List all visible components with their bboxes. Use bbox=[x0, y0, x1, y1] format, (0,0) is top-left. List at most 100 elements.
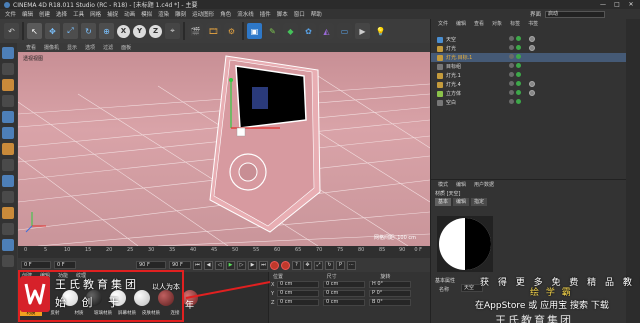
object-visibility-dots[interactable] bbox=[509, 54, 521, 59]
om-menu-objects[interactable]: 对象 bbox=[488, 20, 506, 27]
z-axis-lock-button[interactable]: Z bbox=[149, 24, 162, 38]
axis-mode-icon[interactable] bbox=[2, 159, 14, 171]
current-frame-field[interactable]: 0 F bbox=[54, 261, 76, 269]
object-visibility-dots[interactable] bbox=[509, 81, 521, 86]
subdivision-surface-icon[interactable]: ◆ bbox=[283, 23, 298, 39]
viewport-solo-icon[interactable] bbox=[2, 255, 14, 267]
previous-key-icon[interactable]: ◀ bbox=[204, 260, 213, 270]
sculpt-mode-icon[interactable] bbox=[2, 207, 14, 219]
menu-animate[interactable]: 动画 bbox=[121, 10, 138, 18]
position-key-icon[interactable]: ✥ bbox=[303, 260, 312, 270]
record-active-objects-icon[interactable] bbox=[270, 260, 279, 270]
model-mode-icon[interactable] bbox=[2, 63, 14, 75]
object-visibility-dots[interactable] bbox=[509, 99, 521, 104]
object-row-target-group[interactable]: 目标组 bbox=[431, 62, 626, 71]
menu-help[interactable]: 帮助 bbox=[308, 10, 325, 18]
tab-basic[interactable]: 基本 bbox=[435, 198, 452, 206]
next-key-icon[interactable]: ▶ bbox=[248, 260, 257, 270]
om-menu-view[interactable]: 查看 bbox=[470, 20, 488, 27]
edges-mode-icon[interactable] bbox=[2, 127, 14, 139]
solo-mode-icon[interactable] bbox=[2, 239, 14, 251]
viewport-menu-options[interactable]: 选项 bbox=[81, 44, 99, 51]
rotate-icon[interactable]: ↻ bbox=[81, 23, 96, 39]
next-frame-icon[interactable]: ▷ bbox=[237, 260, 246, 270]
menu-pipeline[interactable]: 流水线 bbox=[234, 10, 257, 18]
object-row-sky[interactable]: 天空 bbox=[431, 35, 626, 44]
autokey-icon[interactable] bbox=[281, 260, 290, 270]
rotation-key-icon[interactable]: ↻ bbox=[325, 260, 334, 270]
lock-workplane-icon[interactable] bbox=[2, 223, 14, 235]
om-menu-edit[interactable]: 编辑 bbox=[452, 20, 470, 27]
am-menu-mode[interactable]: 模式 bbox=[434, 181, 452, 188]
object-visibility-dots[interactable] bbox=[509, 72, 521, 77]
viewport-menu-cameras[interactable]: 摄像机 bbox=[40, 44, 63, 51]
menu-sculpt[interactable]: 雕刻 bbox=[172, 10, 189, 18]
play-icon[interactable]: ▶ bbox=[226, 260, 235, 270]
scale-key-icon[interactable]: ⤢ bbox=[314, 260, 323, 270]
floor-icon[interactable]: ▭ bbox=[337, 23, 352, 39]
camera-icon[interactable]: ▶ bbox=[355, 23, 370, 39]
workplane-icon[interactable] bbox=[2, 95, 14, 107]
menu-render[interactable]: 渲染 bbox=[155, 10, 172, 18]
am-menu-userdata[interactable]: 用户数据 bbox=[470, 181, 498, 188]
position-z-field[interactable]: 0 cm bbox=[277, 299, 319, 306]
coordinate-system-icon[interactable]: ⌖ bbox=[165, 23, 180, 39]
om-menu-bookmarks[interactable]: 书签 bbox=[524, 20, 542, 27]
start-frame-field[interactable]: 0 F bbox=[21, 261, 51, 269]
layout-select[interactable]: 启动 bbox=[545, 10, 606, 18]
render-settings-icon[interactable]: ⚙ bbox=[224, 23, 239, 39]
size-y-field[interactable]: 0 cm bbox=[323, 290, 365, 297]
object-row-light-1[interactable]: 灯光.1 bbox=[431, 71, 626, 80]
object-row-cube[interactable]: 立方体 bbox=[431, 89, 626, 98]
menu-select[interactable]: 选择 bbox=[53, 10, 70, 18]
menu-script[interactable]: 脚本 bbox=[274, 10, 291, 18]
size-z-field[interactable]: 0 cm bbox=[323, 299, 365, 306]
tab-assign[interactable]: 指定 bbox=[471, 198, 488, 206]
menu-window[interactable]: 窗口 bbox=[291, 10, 308, 18]
object-row-light[interactable]: 灯光 bbox=[431, 44, 626, 53]
object-visibility-dots[interactable] bbox=[509, 45, 521, 50]
am-menu-edit[interactable]: 编辑 bbox=[452, 181, 470, 188]
make-editable-icon[interactable] bbox=[2, 47, 14, 59]
undo-icon[interactable]: ↶ bbox=[4, 23, 19, 39]
point-level-key-icon[interactable]: ⋯ bbox=[347, 260, 356, 270]
timeline-ruler[interactable]: 0 5 10 15 20 25 30 35 40 45 50 55 60 65 … bbox=[18, 246, 430, 258]
keyframe-selection-icon[interactable]: ? bbox=[292, 260, 301, 270]
texture-mode-icon[interactable] bbox=[2, 79, 14, 91]
viewport-menu-filter[interactable]: 过滤 bbox=[99, 44, 117, 51]
x-axis-lock-button[interactable]: X bbox=[117, 24, 130, 38]
object-visibility-dots[interactable] bbox=[509, 36, 521, 41]
max-frame-field[interactable]: 90 F bbox=[169, 261, 191, 269]
pen-spline-icon[interactable]: ✎ bbox=[265, 23, 280, 39]
object-row-null[interactable]: 空白 bbox=[431, 98, 626, 107]
close-button[interactable]: ✕ bbox=[624, 0, 638, 9]
go-to-end-icon[interactable]: ⏭ bbox=[259, 260, 268, 270]
menu-snap[interactable]: 捕捉 bbox=[104, 10, 121, 18]
rotation-h-field[interactable]: H 0° bbox=[369, 281, 411, 288]
menu-character[interactable]: 角色 bbox=[217, 10, 234, 18]
object-visibility-dots[interactable] bbox=[509, 90, 521, 95]
scale-icon[interactable]: ⤢ bbox=[63, 23, 78, 39]
previous-frame-icon[interactable]: ◁ bbox=[215, 260, 224, 270]
y-axis-lock-button[interactable]: Y bbox=[133, 24, 146, 38]
cube-primitive-icon[interactable]: ▣ bbox=[247, 23, 262, 39]
position-y-field[interactable]: 0 cm bbox=[277, 290, 319, 297]
points-mode-icon[interactable] bbox=[2, 111, 14, 123]
parameter-key-icon[interactable]: P bbox=[336, 260, 345, 270]
live-selection-icon[interactable]: ↖ bbox=[27, 23, 42, 39]
rotation-p-field[interactable]: P 0° bbox=[369, 290, 411, 297]
object-row-target-light[interactable]: 灯光.目标.1 bbox=[431, 53, 626, 62]
polygons-mode-icon[interactable] bbox=[2, 143, 14, 155]
light-icon[interactable]: 💡 bbox=[373, 23, 388, 39]
menu-create[interactable]: 创建 bbox=[36, 10, 53, 18]
size-x-field[interactable]: 0 cm bbox=[323, 281, 365, 288]
menu-mograph[interactable]: 运动图形 bbox=[189, 10, 217, 18]
object-tag-icon[interactable] bbox=[529, 45, 535, 51]
go-to-start-icon[interactable]: ⏮ bbox=[193, 260, 202, 270]
object-row-light-4[interactable]: 灯光.4 bbox=[431, 80, 626, 89]
minimize-button[interactable]: — bbox=[596, 0, 610, 9]
om-menu-tags[interactable]: 标签 bbox=[506, 20, 524, 27]
om-menu-file[interactable]: 文件 bbox=[434, 20, 452, 27]
menu-edit[interactable]: 编辑 bbox=[19, 10, 36, 18]
object-tag-icon[interactable] bbox=[529, 90, 535, 96]
